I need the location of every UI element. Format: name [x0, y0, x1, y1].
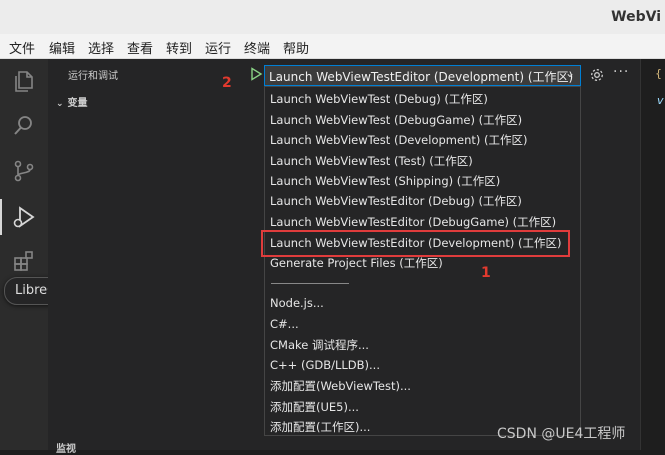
menu-run[interactable]: 运行: [205, 38, 231, 57]
launch-option[interactable]: Launch WebViewTest (DebugGame) (工作区): [270, 112, 522, 128]
menu-view[interactable]: 查看: [127, 38, 153, 57]
divider: [271, 283, 349, 284]
annotation-number-2: 2: [222, 75, 232, 91]
extensions-icon[interactable]: [12, 249, 36, 273]
gear-icon[interactable]: [589, 67, 605, 83]
launch-option[interactable]: 添加配置(工作区)...: [270, 419, 370, 435]
menu-help[interactable]: 帮助: [283, 38, 309, 57]
menu-terminal[interactable]: 终端: [244, 38, 270, 57]
window-title: WebVi: [611, 9, 661, 25]
menu-file[interactable]: 文件: [9, 38, 35, 57]
launch-option[interactable]: Launch WebViewTest (Development) (工作区): [270, 132, 527, 148]
variables-section[interactable]: ⌄ 变量: [56, 94, 88, 109]
launch-option[interactable]: Launch WebViewTestEditor (DebugGame) (工作…: [270, 214, 556, 230]
play-icon[interactable]: [248, 66, 264, 82]
launch-option[interactable]: Launch WebViewTest (Test) (工作区): [270, 153, 473, 169]
activity-bar: [0, 59, 48, 450]
highlight-box: [261, 230, 570, 257]
launch-config-select[interactable]: Launch WebViewTestEditor (Development) (…: [264, 65, 581, 86]
menu-go[interactable]: 转到: [166, 38, 192, 57]
launch-option[interactable]: C#...: [270, 317, 299, 331]
launch-option[interactable]: Launch WebViewTest (Debug) (工作区): [270, 91, 488, 107]
launch-option[interactable]: 添加配置(UE5)...: [270, 399, 359, 415]
explorer-icon[interactable]: [12, 69, 36, 93]
run-debug-icon[interactable]: [0, 199, 36, 235]
source-control-icon[interactable]: [12, 159, 36, 183]
title-bar: WebVi: [0, 0, 665, 34]
launch-config-value: Launch WebViewTestEditor (Development) (…: [269, 70, 574, 84]
launch-config-dropdown-list: Launch WebViewTest (Debug) (工作区) Launch …: [264, 86, 581, 436]
chevron-down-icon: ⌄: [56, 99, 64, 109]
menu-selection[interactable]: 选择: [88, 38, 114, 57]
editor-area: { v: [640, 59, 665, 450]
launch-option[interactable]: CMake 调试程序...: [270, 337, 369, 353]
watermark: CSDN @UE4工程师: [497, 426, 626, 442]
launch-option[interactable]: C++ (GDB/LLDB)...: [270, 358, 380, 372]
sidebar-title: 运行和调试: [68, 71, 118, 82]
launch-option[interactable]: Launch WebViewTest (Shipping) (工作区): [270, 173, 500, 189]
editor-text-1: {: [655, 67, 662, 80]
launch-option[interactable]: Node.js...: [270, 296, 324, 310]
annotation-number-1: 1: [481, 265, 491, 281]
chevron-down-icon: ⌄: [564, 66, 575, 80]
watch-section[interactable]: 监视: [56, 440, 76, 455]
more-icon[interactable]: ···: [613, 64, 629, 80]
editor-text-2: v: [657, 94, 664, 107]
search-icon[interactable]: [12, 113, 36, 137]
launch-option[interactable]: Launch WebViewTestEditor (Debug) (工作区): [270, 193, 522, 209]
variables-label: 变量: [67, 98, 88, 109]
launch-option[interactable]: 添加配置(WebViewTest)...: [270, 378, 411, 394]
menu-bar: 文件 编辑 选择 查看 转到 运行 终端 帮助: [0, 34, 665, 59]
launch-option[interactable]: Generate Project Files (工作区): [270, 255, 443, 271]
menu-edit[interactable]: 编辑: [49, 38, 75, 57]
